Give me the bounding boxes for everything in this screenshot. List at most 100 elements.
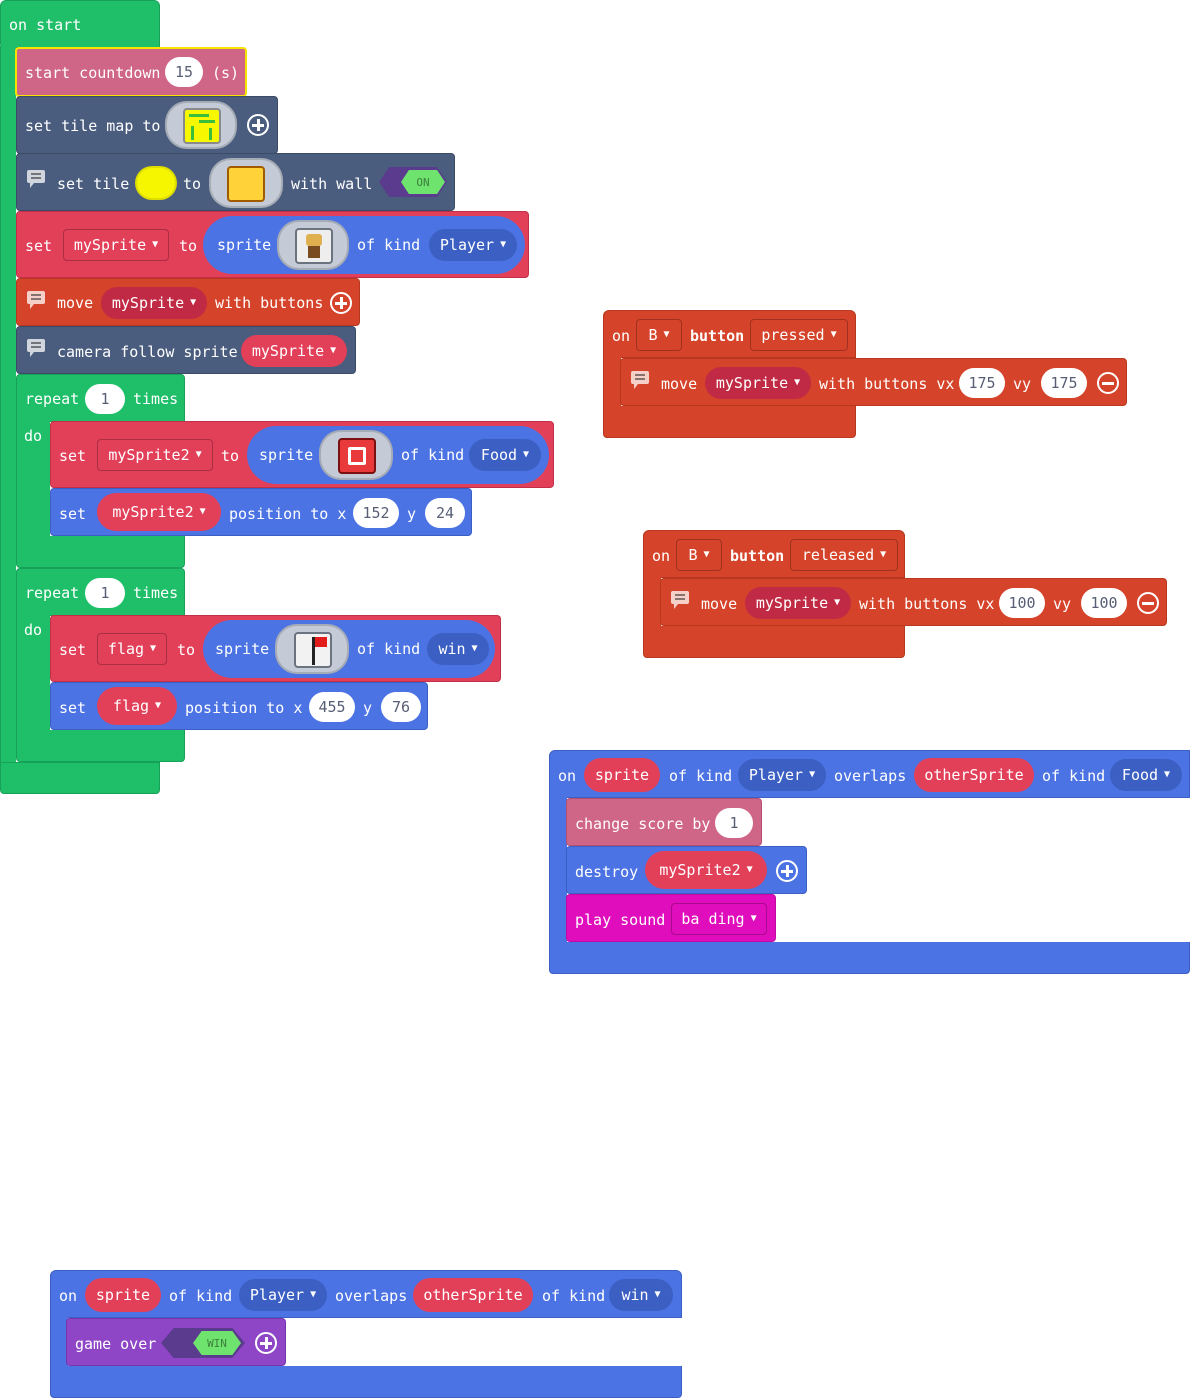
sprite-variable-dropdown[interactable]: mySprite ▼ [101,287,207,319]
kind-dropdown[interactable]: Player ▼ [239,1279,327,1311]
vx-input[interactable]: 100 [999,588,1045,618]
start-countdown-block[interactable]: start countdown 15 (s) [15,47,247,97]
event-dropdown[interactable]: released ▼ [790,539,898,571]
sound-dropdown[interactable]: ba ding ▼ [671,903,767,935]
set-flag-block[interactable]: set flag ▼ to sprite of kind win ▼ [50,615,501,682]
x-input[interactable]: 152 [353,498,399,528]
button-dropdown[interactable]: B ▼ [676,539,722,571]
other-sprite-dropdown[interactable]: otherSprite [914,758,1034,792]
comment-icon[interactable] [671,591,689,609]
sprite-of-kind-reporter[interactable]: sprite of kind Food ▼ [247,426,549,484]
x-input[interactable]: 455 [309,692,355,722]
on-start-hat[interactable]: on start [0,0,160,48]
sprite-dropdown[interactable]: sprite [584,758,660,792]
set-sprite-block[interactable]: set mySprite ▼ to sprite of kind Player ▼ [16,211,529,278]
countdown-unit-label: (s) [212,64,240,82]
of-kind-label: of kind [669,767,733,785]
set-tile-map-block[interactable]: set tile map to [16,96,278,154]
sprite-variable-dropdown[interactable]: mySprite ▼ [705,367,811,399]
on-b-pressed-hat[interactable]: on B ▼ button pressed ▼ [603,310,856,358]
sprite-variable-dropdown[interactable]: mySprite2 ▼ [645,851,767,889]
repeat-block-1[interactable]: repeat 1 times [16,374,185,422]
remove-icon[interactable] [1137,592,1159,614]
sprite-label: sprite [217,236,272,254]
event-dropdown[interactable]: pressed ▼ [750,319,848,351]
remove-icon[interactable] [1097,372,1119,394]
repeat-count-input[interactable]: 1 [85,578,125,608]
of-kind-label: of kind [169,1287,233,1305]
camera-follow-block[interactable]: camera follow sprite mySprite ▼ [16,326,356,374]
repeat-block-2[interactable]: repeat 1 times [16,568,185,616]
sprite-of-kind-reporter[interactable]: sprite of kind win ▼ [203,620,495,678]
kind-dropdown[interactable]: Food ▼ [469,439,541,471]
on-b-released-hat[interactable]: on B ▼ button released ▼ [643,530,905,578]
move-vx-vy-block-1[interactable]: move mySprite ▼ with buttons vx 175 vy 17… [620,358,1127,406]
set-position-block-1[interactable]: set mySprite2 ▼ position to x 152 y 24 [50,488,472,536]
set-sprite2-block[interactable]: set mySprite2 ▼ to sprite of kind Food ▼ [50,421,554,488]
overlap-food-hat[interactable]: on sprite of kind Player ▼ overlaps other… [549,750,1190,798]
button-dropdown[interactable]: B ▼ [636,319,682,351]
add-icon[interactable] [330,292,352,314]
dropdown-arrow-icon: ▼ [663,329,670,340]
times-label: times [133,390,179,408]
win-toggle[interactable]: WIN [161,1328,245,1358]
sprite-image-picker[interactable] [319,430,393,480]
dropdown-arrow-icon: ▼ [750,913,757,924]
set-tile-wall-block[interactable]: set tile to with wall ON [16,153,455,211]
sprite-variable-dropdown[interactable]: mySprite2 ▼ [97,439,213,471]
add-icon[interactable] [247,114,269,136]
dropdown-arrow-icon: ▼ [809,769,816,780]
win-toggle-value: WIN [193,1331,241,1355]
move-with-buttons-block[interactable]: move mySprite ▼ with buttons [16,278,360,326]
sprite-variable-value: mySprite [73,236,147,254]
vx-input[interactable]: 175 [959,368,1005,398]
kind-dropdown-2[interactable]: Food ▼ [1110,759,1182,791]
sprite-image-picker[interactable] [277,220,349,270]
sprite-variable-dropdown[interactable]: mySprite ▼ [63,229,169,261]
sprite-variable-dropdown[interactable]: mySprite2 ▼ [97,493,221,531]
overlap-win-hat[interactable]: on sprite of kind Player ▼ overlaps other… [50,1270,682,1318]
button-value: B [648,326,658,344]
sprite-value: sprite [95,1286,151,1304]
tilemap-picker[interactable] [165,101,237,149]
add-icon[interactable] [776,860,798,882]
set-label: set [59,447,87,465]
destroy-block[interactable]: destroy mySprite2 ▼ [566,846,807,894]
other-sprite-dropdown[interactable]: otherSprite [413,1278,533,1312]
sprite-of-kind-reporter[interactable]: sprite of kind Player ▼ [203,216,525,274]
kind-dropdown[interactable]: win ▼ [427,633,489,665]
sprite-image-picker[interactable] [275,624,349,674]
kind-dropdown-2[interactable]: win ▼ [609,1279,673,1311]
kind-dropdown[interactable]: Player ▼ [738,759,826,791]
move-vx-vy-block-2[interactable]: move mySprite ▼ with buttons vx 100 vy 10… [660,578,1167,626]
y-input[interactable]: 76 [381,692,421,722]
change-score-block[interactable]: change score by 1 [566,798,762,846]
flag-sprite-icon [294,632,332,668]
tile-yellow-picker[interactable] [135,166,177,200]
set-position-block-2[interactable]: set flag ▼ position to x 455 y 76 [50,682,428,730]
dropdown-arrow-icon: ▼ [310,1289,317,1300]
comment-icon[interactable] [631,371,649,389]
y-input[interactable]: 24 [425,498,465,528]
comment-icon[interactable] [27,339,45,357]
sprite-variable-dropdown[interactable]: mySprite ▼ [745,587,851,619]
score-input[interactable]: 1 [715,808,753,838]
repeat-count-input[interactable]: 1 [85,384,125,414]
sprite-variable-dropdown[interactable]: mySprite ▼ [241,335,347,367]
dropdown-arrow-icon: ▼ [199,506,206,517]
kind-dropdown[interactable]: Player ▼ [429,229,517,261]
sprite-dropdown[interactable]: sprite [85,1278,161,1312]
vy-input[interactable]: 100 [1081,588,1127,618]
sprite-variable-dropdown[interactable]: flag ▼ [97,687,177,725]
game-over-block[interactable]: game over WIN [66,1318,286,1366]
countdown-seconds-input[interactable]: 15 [165,57,203,87]
wall-tile-picker[interactable] [209,158,283,208]
sprite-variable-dropdown[interactable]: flag ▼ [97,633,167,665]
comment-icon[interactable] [27,170,45,188]
vy-input[interactable]: 175 [1041,368,1087,398]
sprite-variable-value: mySprite [251,342,325,360]
comment-icon[interactable] [27,291,45,309]
add-icon[interactable] [255,1332,277,1354]
wall-toggle[interactable]: ON [379,167,447,197]
play-sound-block[interactable]: play sound ba ding ▼ [566,894,776,942]
